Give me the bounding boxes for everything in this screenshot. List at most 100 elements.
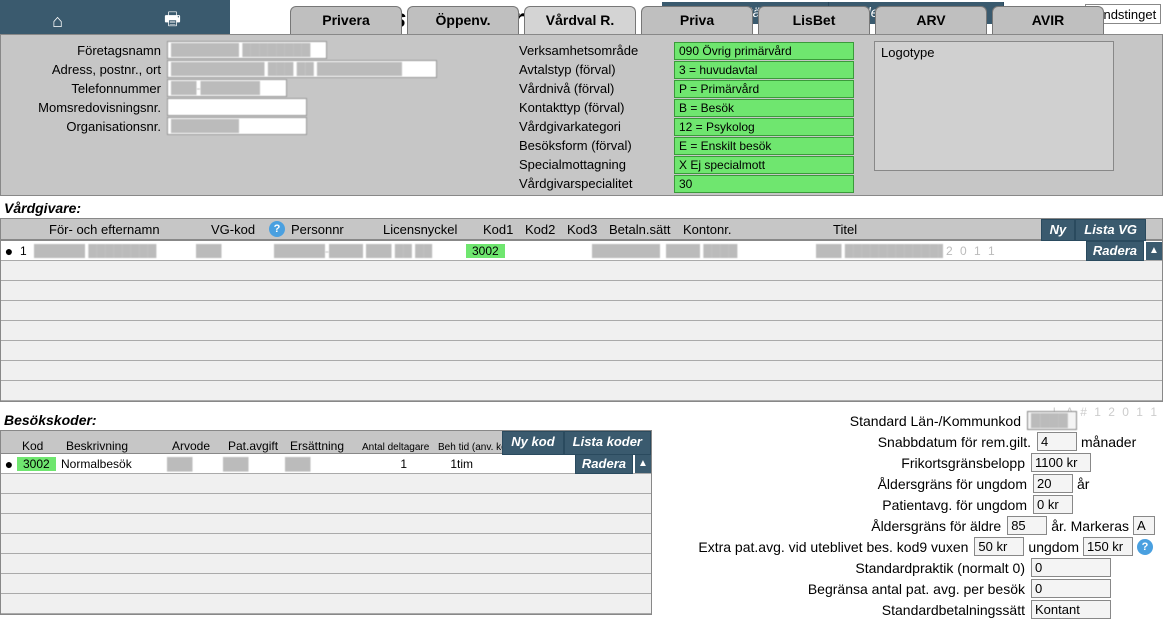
snabbdatum-input[interactable]: [1037, 432, 1077, 451]
print-icon: 🖶: [164, 7, 181, 37]
row-pnr: ██████-████: [271, 244, 363, 258]
aldre-mark-input[interactable]: [1133, 516, 1155, 535]
specialmott-value[interactable]: X Ej specialmott: [674, 156, 854, 174]
besoksform-value[interactable]: E = Enskilt besök: [674, 137, 854, 155]
tab-priva[interactable]: Priva: [641, 6, 753, 34]
row-num: 1: [17, 244, 31, 258]
bk-ers: ███: [285, 457, 357, 471]
scroll-up-icon[interactable]: ▲: [635, 455, 651, 473]
vardgivare-title: Vårdgivare:: [0, 198, 1163, 218]
vg-row-empty: [1, 361, 1162, 381]
hdr-kod3: Kod3: [563, 222, 605, 237]
bk-marker: ●: [1, 456, 17, 472]
verksamhet-value[interactable]: 090 Övrig primärvård: [674, 42, 854, 60]
utebliv-suffix: ungdom: [1028, 539, 1079, 555]
vg-row-empty: [1, 301, 1162, 321]
begransa-input[interactable]: [1031, 579, 1111, 598]
vg-row[interactable]: ● 1 ██████ ████████ ███ ██████-████ ███ …: [1, 241, 1162, 261]
tab-oppenv[interactable]: Öppenv.: [407, 6, 519, 34]
snabbdatum-suffix: månader: [1081, 434, 1155, 450]
ungdom-alder-suffix: år: [1077, 476, 1155, 492]
bk-row-empty: [1, 574, 651, 594]
scroll-up-icon[interactable]: ▲: [1146, 242, 1162, 260]
utebliv-vuxen-input[interactable]: [974, 537, 1024, 556]
vg-row-empty: [1, 381, 1162, 401]
lan-kommun-input[interactable]: [1027, 411, 1077, 430]
ny-vg-button[interactable]: Ny: [1041, 219, 1076, 241]
bkh-kod: Kod: [19, 439, 63, 453]
ny-kod-button[interactable]: Ny kod: [502, 431, 563, 455]
help-icon[interactable]: ?: [269, 221, 285, 237]
settings-panel: L A # 1 2 0 1 1 Standard Län-/Kommunkod …: [662, 410, 1163, 620]
org-input[interactable]: [167, 117, 307, 135]
hdr-kod1: Kod1: [479, 222, 521, 237]
hdr-kontonr: Kontonr.: [679, 222, 829, 237]
kontakttyp-label: Kontakttyp (förval): [519, 100, 674, 115]
bkh-arvode: Arvode: [169, 439, 225, 453]
bk-row-empty: [1, 474, 651, 494]
vardgivarkat-value[interactable]: 12 = Psykolog: [674, 118, 854, 136]
avtalstyp-value[interactable]: 3 = huvudavtal: [674, 61, 854, 79]
radera-vg-button[interactable]: Radera: [1086, 241, 1144, 261]
row-konto: ████ ████: [663, 244, 813, 258]
aldre-input[interactable]: [1007, 516, 1047, 535]
hdr-titel: Titel: [829, 222, 919, 237]
tab-privera[interactable]: Privera: [290, 6, 402, 34]
bk-grid: ● 3002 Normalbesök ███ ███ ███ 1 1 tim R…: [0, 454, 652, 615]
vardgivarkat-label: Vårdgivarkategori: [519, 119, 674, 134]
moms-label: Momsredovisningsnr.: [9, 100, 167, 115]
bk-row-empty: [1, 534, 651, 554]
stdbetal-input[interactable]: [1031, 600, 1111, 619]
logotype-box[interactable]: Logotype: [874, 41, 1114, 171]
company-name-input[interactable]: [167, 41, 327, 59]
ungdom-avg-label: Patientavg. för ungdom: [882, 497, 1033, 513]
ungdom-avg-input[interactable]: [1033, 495, 1073, 514]
radera-bk-button[interactable]: Radera: [575, 454, 633, 474]
ungdom-alder-input[interactable]: [1033, 474, 1073, 493]
row-lic: ███ ██ ██: [363, 244, 463, 258]
vg-row-empty: [1, 321, 1162, 341]
bk-row[interactable]: ● 3002 Normalbesök ███ ███ ███ 1 1 tim R…: [1, 454, 651, 474]
bk-besk: Normalbesök: [61, 457, 167, 471]
bk-row-empty: [1, 554, 651, 574]
tab-vardval[interactable]: Vårdval R.: [524, 6, 636, 34]
row-marker: ●: [1, 243, 17, 259]
tel-input[interactable]: [167, 79, 287, 97]
frikort-input[interactable]: [1031, 453, 1091, 472]
moms-input[interactable]: [167, 98, 307, 116]
bkh-antal: Antal deltagare: [359, 442, 435, 453]
utebliv-ungdom-input[interactable]: [1083, 537, 1133, 556]
hdr-licens: Licensnyckel: [379, 222, 479, 237]
row-namn: ██████ ████████: [31, 244, 193, 258]
kontakttyp-value[interactable]: B = Besök: [674, 99, 854, 117]
company-name-label: Företagsnamn: [9, 43, 167, 58]
lista-vg-button[interactable]: Lista VG: [1075, 219, 1146, 241]
frikort-label: Frikortsgränsbelopp: [901, 455, 1031, 471]
row-kod1: 3002: [466, 244, 505, 258]
help-icon[interactable]: ?: [1137, 539, 1153, 555]
row-year: 2 0 1 1: [943, 244, 1000, 258]
besoksform-label: Besöksform (förval): [519, 138, 674, 153]
vardgivarspec-value[interactable]: 30: [674, 175, 854, 193]
stdpraktik-input[interactable]: [1031, 558, 1111, 577]
snabbdatum-label: Snabbdatum för rem.gilt.: [878, 434, 1037, 450]
tab-avir[interactable]: AVIR: [992, 6, 1104, 34]
tab-lisbet[interactable]: LisBet: [758, 6, 870, 34]
tab-arv[interactable]: ARV: [875, 6, 987, 34]
bkh-patavg: Pat.avgift: [225, 439, 287, 453]
stdpraktik-label: Standardpraktik (normalt 0): [855, 560, 1031, 576]
vg-row-empty: [1, 281, 1162, 301]
row-vgkod: ███: [193, 244, 253, 258]
vardgivarspec-label: Vårdgivarspecialitet: [519, 176, 674, 191]
addr-input[interactable]: [167, 60, 437, 78]
besokskoder-title: Besökskoder:: [0, 410, 101, 430]
hdr-namn: För- och efternamn: [45, 222, 207, 237]
bk-row-empty: [1, 594, 651, 614]
addr-label: Adress, postnr., ort: [9, 62, 167, 77]
home-icon: ⌂: [52, 11, 63, 32]
bk-row-empty: [1, 494, 651, 514]
bkh-besk: Beskrivning: [63, 439, 169, 453]
bk-kod: 3002: [17, 457, 56, 471]
vardniva-value[interactable]: P = Primärvård: [674, 80, 854, 98]
lista-koder-button[interactable]: Lista koder: [564, 431, 651, 455]
